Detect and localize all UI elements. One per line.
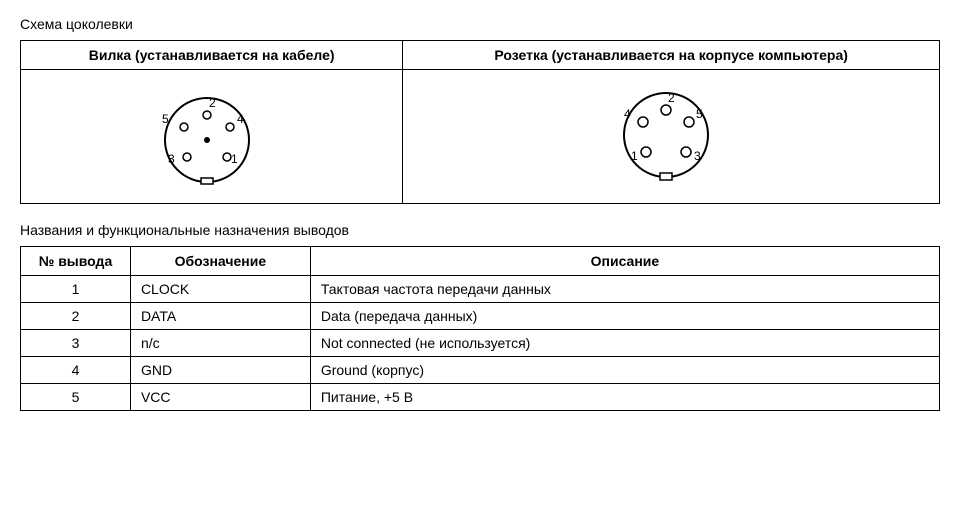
pin-col1-header: № вывода — [21, 247, 131, 276]
connector-col2-header: Розетка (устанавливается на корпусе комп… — [403, 41, 940, 70]
pin-description: Data (передача данных) — [310, 303, 939, 330]
pin-col3-header: Описание — [310, 247, 939, 276]
table-row: 3n/cNot connected (не используется) — [21, 330, 940, 357]
svg-text:5: 5 — [696, 107, 703, 121]
connector-col1-header: Вилка (устанавливается на кабеле) — [21, 41, 403, 70]
schematic-title: Схема цоколевки — [20, 16, 933, 32]
pin-description: Тактовая частота передачи данных — [310, 276, 939, 303]
female-connector-svg: 1 2 3 4 5 — [591, 80, 751, 190]
pin-number: 3 — [21, 330, 131, 357]
table-row: 1CLOCKТактовая частота передачи данных — [21, 276, 940, 303]
pin-number: 5 — [21, 384, 131, 411]
pin-designation: CLOCK — [130, 276, 310, 303]
pin-designation: GND — [130, 357, 310, 384]
svg-text:4: 4 — [237, 112, 244, 126]
connector-table: Вилка (устанавливается на кабеле) Розетк… — [20, 40, 940, 204]
pin-section-title: Названия и функциональные назначения выв… — [20, 222, 933, 238]
table-row: 5VCCПитание, +5 В — [21, 384, 940, 411]
pin-description: Питание, +5 В — [310, 384, 939, 411]
pin-description: Ground (корпус) — [310, 357, 939, 384]
pin-number: 4 — [21, 357, 131, 384]
svg-text:5: 5 — [162, 112, 169, 126]
svg-text:1: 1 — [631, 149, 638, 163]
pin-designation: n/c — [130, 330, 310, 357]
pin-description: Not connected (не используется) — [310, 330, 939, 357]
table-row: 2DATAData (передача данных) — [21, 303, 940, 330]
male-connector-cell: 1 2 3 4 5 — [21, 70, 403, 204]
svg-text:2: 2 — [668, 91, 675, 105]
svg-text:3: 3 — [694, 149, 701, 163]
svg-text:2: 2 — [209, 96, 216, 110]
svg-text:3: 3 — [168, 152, 175, 166]
pin-table: № вывода Обозначение Описание 1CLOCKТакт… — [20, 246, 940, 411]
pin-number: 1 — [21, 276, 131, 303]
pin-col2-header: Обозначение — [130, 247, 310, 276]
pin-number: 2 — [21, 303, 131, 330]
male-connector-svg: 1 2 3 4 5 — [142, 85, 282, 185]
svg-text:4: 4 — [624, 107, 631, 121]
table-row: 4GNDGround (корпус) — [21, 357, 940, 384]
svg-text:1: 1 — [231, 152, 238, 166]
female-connector-cell: 1 2 3 4 5 — [403, 70, 940, 204]
pin-designation: VCC — [130, 384, 310, 411]
pin-designation: DATA — [130, 303, 310, 330]
